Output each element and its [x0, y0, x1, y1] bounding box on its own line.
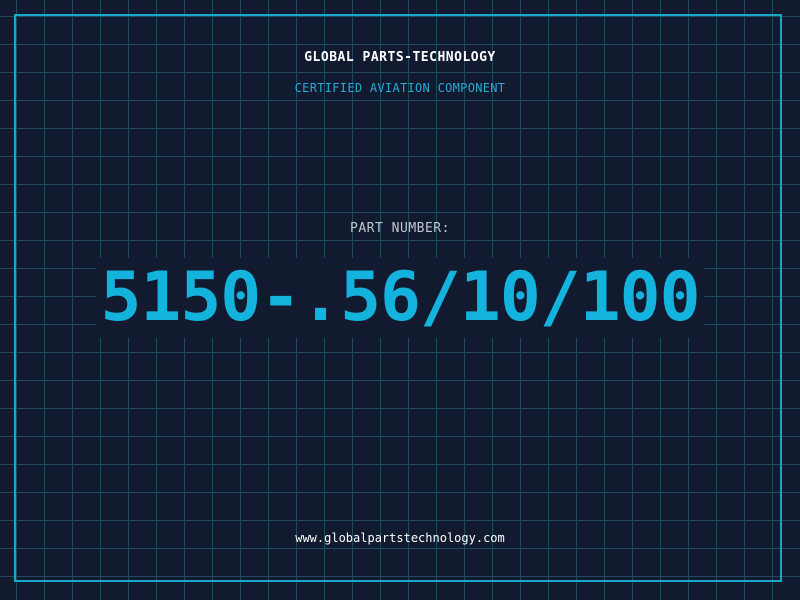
part-number-container: 5150-.56/10/100: [0, 258, 800, 338]
company-name: GLOBAL PARTS-TECHNOLOGY: [304, 50, 496, 65]
part-number-value: 5150-.56/10/100: [96, 258, 704, 338]
part-number-label: PART NUMBER:: [350, 221, 450, 236]
certification-subtitle: CERTIFIED AVIATION COMPONENT: [294, 81, 506, 95]
website-url: www.globalpartstechnology.com: [295, 531, 505, 545]
